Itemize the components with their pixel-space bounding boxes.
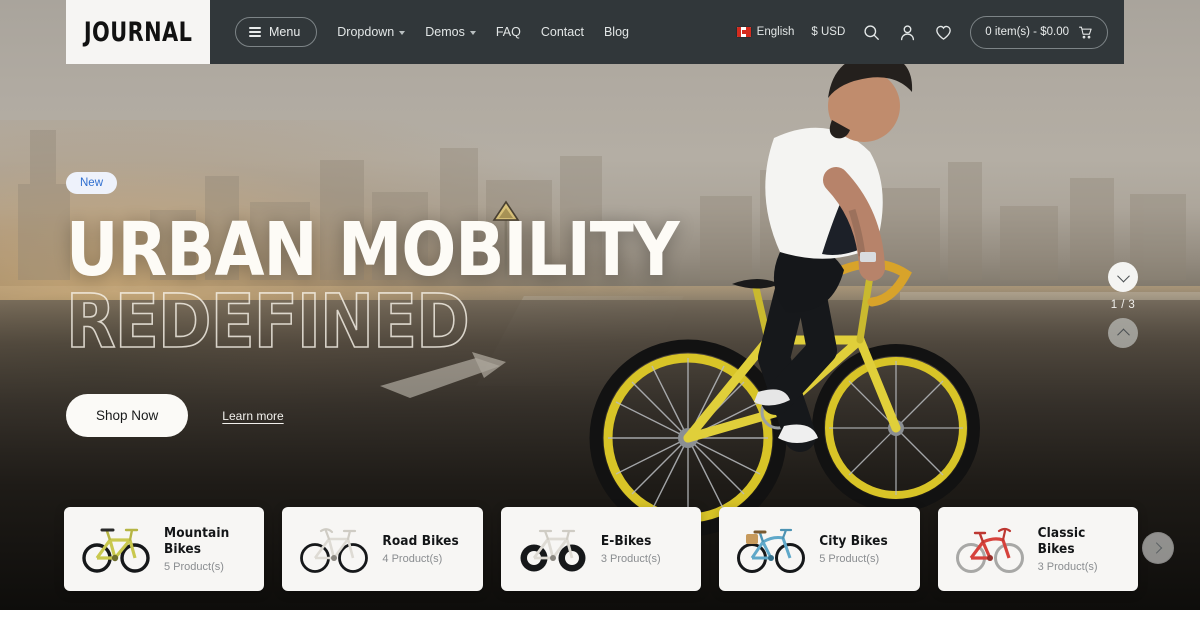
cart-label: 0 item(s) - $0.00 — [985, 26, 1069, 38]
road-bike-thumbnail — [296, 522, 372, 576]
hero-headline: URBAN MOBILITY — [66, 207, 680, 293]
learn-more-link[interactable]: Learn more — [222, 409, 283, 423]
language-label: English — [756, 26, 795, 38]
category-card-classic-bikes[interactable]: Classic Bikes 3 Product(s) — [937, 507, 1139, 591]
chevron-down-icon — [1116, 269, 1130, 282]
page-root: JOURNAL Menu Dropdown Demos FAQ Contact — [0, 0, 1200, 625]
city-bike-thumbnail — [733, 522, 809, 576]
main-navigation: Menu Dropdown Demos FAQ Contact Blog — [235, 17, 629, 47]
new-badge: New — [66, 172, 118, 194]
nav-item-demos[interactable]: Demos — [425, 25, 476, 39]
slider-next-button[interactable] — [1108, 262, 1138, 292]
nav-item-demos-label: Demos — [425, 25, 465, 39]
shopping-cart-icon — [1079, 26, 1092, 38]
nav-item-faq[interactable]: FAQ — [496, 25, 521, 39]
category-count: 4 Product(s) — [382, 553, 443, 565]
nav-item-faq-label: FAQ — [495, 25, 521, 39]
flag-icon — [736, 27, 751, 37]
category-count: 3 Product(s) — [1037, 561, 1098, 573]
hero-cta-row: Shop Now Learn more — [66, 394, 698, 438]
category-card-text: Road Bikes 4 Product(s) — [382, 533, 458, 565]
chevron-down-icon — [399, 31, 406, 35]
category-title: E-Bikes — [600, 533, 652, 549]
category-carousel-next-button[interactable] — [1142, 532, 1174, 564]
currency-selector[interactable]: $ USD — [811, 26, 845, 38]
category-title: City Bikes — [819, 533, 888, 549]
slide-counter: 1 / 3 — [1110, 299, 1136, 311]
menu-button-label: Menu — [269, 25, 301, 39]
category-count: 5 Product(s) — [819, 553, 880, 565]
shop-now-button[interactable]: Shop Now — [66, 394, 189, 438]
nav-item-contact-label: Contact — [540, 25, 584, 39]
category-count: 5 Product(s) — [164, 561, 224, 573]
chevron-down-icon — [469, 31, 476, 35]
site-header: JOURNAL Menu Dropdown Demos FAQ Contact — [66, 0, 1124, 64]
category-title: Mountain Bikes — [164, 525, 230, 557]
menu-button[interactable]: Menu — [235, 17, 318, 47]
heart-icon[interactable] — [934, 23, 953, 42]
cart-button[interactable]: 0 item(s) - $0.00 — [970, 15, 1108, 49]
category-card-text: E-Bikes 3 Product(s) — [601, 533, 661, 565]
user-icon[interactable] — [898, 23, 917, 42]
hero-content: New URBAN MOBILITY REDEFINED Shop Now Le… — [65, 172, 698, 438]
category-title: Road Bikes — [382, 533, 459, 549]
mountain-bike-thumbnail — [78, 522, 154, 576]
page-bottom-strip — [0, 610, 1200, 625]
category-card-text: City Bikes 5 Product(s) — [819, 533, 888, 565]
category-card-e-bikes[interactable]: E-Bikes 3 Product(s) — [500, 507, 702, 591]
logo[interactable]: JOURNAL — [66, 0, 210, 64]
hero-headline-outline: REDEFINED — [65, 279, 470, 366]
category-count: 3 Product(s) — [600, 553, 661, 565]
e-bike-thumbnail — [515, 522, 591, 576]
nav-item-contact[interactable]: Contact — [541, 25, 584, 39]
nav-item-blog[interactable]: Blog — [604, 25, 629, 39]
category-card-mountain-bikes[interactable]: Mountain Bikes 5 Product(s) — [64, 507, 265, 591]
slider-navigation: 1 / 3 — [1108, 262, 1138, 348]
category-card-text: Mountain Bikes 5 Product(s) — [164, 525, 250, 573]
language-selector[interactable]: English — [736, 26, 795, 38]
nav-item-dropdown-label: Dropdown — [337, 25, 395, 39]
slider-prev-button[interactable] — [1108, 318, 1138, 348]
category-title: Classic Bikes — [1037, 525, 1086, 557]
header-utilities: English $ USD 0 item(s) - $0.00 — [736, 15, 1124, 49]
category-card-road-bikes[interactable]: Road Bikes 4 Product(s) — [282, 507, 483, 591]
category-carousel: Mountain Bikes 5 Product(s) Road Bikes 4… — [64, 507, 1139, 591]
nav-item-dropdown[interactable]: Dropdown — [337, 25, 406, 39]
chevron-up-icon — [1116, 328, 1130, 341]
category-card-city-bikes[interactable]: City Bikes 5 Product(s) — [719, 507, 920, 591]
hamburger-icon — [249, 27, 261, 37]
chevron-right-icon — [1150, 542, 1163, 554]
classic-bike-thumbnail — [952, 522, 1028, 576]
category-card-text: Classic Bikes 3 Product(s) — [1038, 525, 1124, 573]
search-icon[interactable] — [862, 23, 881, 42]
logo-text: JOURNAL — [83, 16, 193, 48]
nav-item-blog-label: Blog — [603, 25, 629, 39]
